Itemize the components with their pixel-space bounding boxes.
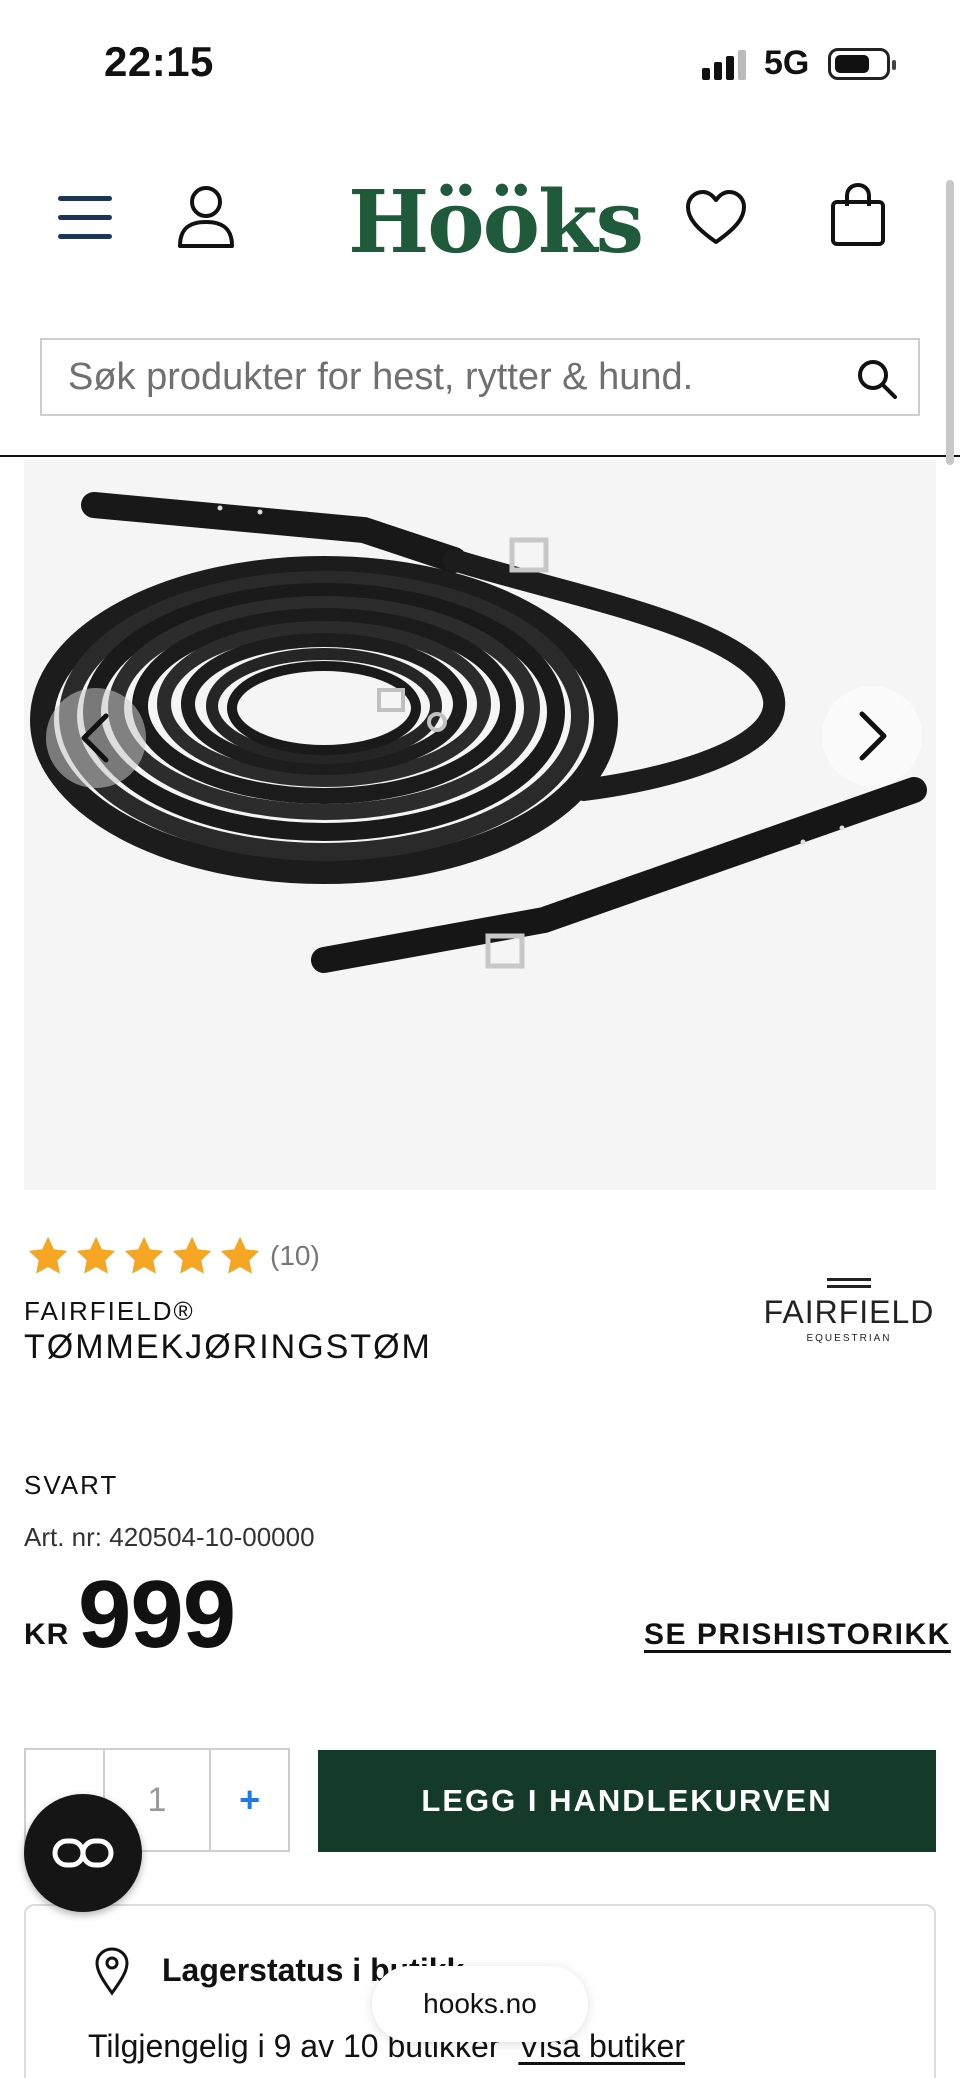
price-history-link[interactable]: SE PRISHISTORIKK [644,1618,951,1652]
product-image [30,492,927,973]
location-pin-icon [95,1947,129,1996]
network-label: 5G [764,44,810,82]
star-icon [172,1236,212,1274]
brand-logo[interactable]: FAIRFIELD EQUESTRIAN [760,1278,938,1358]
product-brand[interactable]: FAIRFIELD® [24,1296,195,1327]
site-header: Hööks [0,150,960,290]
wishlist-heart-icon[interactable] [684,188,748,248]
search-bar [40,338,920,416]
user-icon[interactable] [176,184,236,250]
chevron-left-icon [81,713,109,763]
chevron-right-icon [859,711,887,761]
shopping-bag-icon[interactable] [828,182,888,248]
quantity-increase-button[interactable]: + [209,1750,288,1850]
status-time: 22:15 [104,38,214,85]
star-icon [220,1236,260,1274]
menu-icon[interactable] [58,196,112,240]
header-divider [0,455,960,457]
article-number: Art. nr: 420504-10-00000 [24,1522,315,1553]
chat-icon [52,1838,114,1868]
add-to-cart-button[interactable]: LEGG I HANDLEKURVEN [318,1750,936,1852]
page-scrollbar[interactable] [946,180,954,465]
battery-icon [828,48,896,80]
signal-icon [702,48,750,80]
product-image-carousel[interactable] [24,460,936,1190]
star-icon [28,1236,68,1274]
brand-logo-name: FAIRFIELD [763,1294,935,1330]
star-icon [76,1236,116,1274]
brand-logo-mark [827,1278,871,1288]
product-color: SVART [24,1470,119,1500]
carousel-prev-button[interactable] [46,688,146,788]
article-number-label: Art. nr: [24,1522,103,1552]
price-currency: KR [24,1618,70,1651]
star-icon [124,1236,164,1274]
rating-count: (10) [270,1240,320,1271]
carousel-next-button[interactable] [822,686,922,786]
brand-logo-sub: EQUESTRIAN [806,1333,892,1344]
site-logo[interactable]: Hööks [348,172,644,273]
product-title: TØMMEKJØRINGSTØM [24,1328,432,1366]
price-value: 999 [78,1561,236,1668]
browser-url-pill[interactable]: hooks.no [372,1966,588,2042]
chat-button[interactable] [24,1794,142,1912]
search-input[interactable] [42,340,842,414]
article-number-value: 420504-10-00000 [109,1522,315,1552]
product-rating[interactable]: (10) [26,1232,320,1280]
status-bar: 22:15 5G [0,0,960,120]
search-icon[interactable] [856,358,898,400]
